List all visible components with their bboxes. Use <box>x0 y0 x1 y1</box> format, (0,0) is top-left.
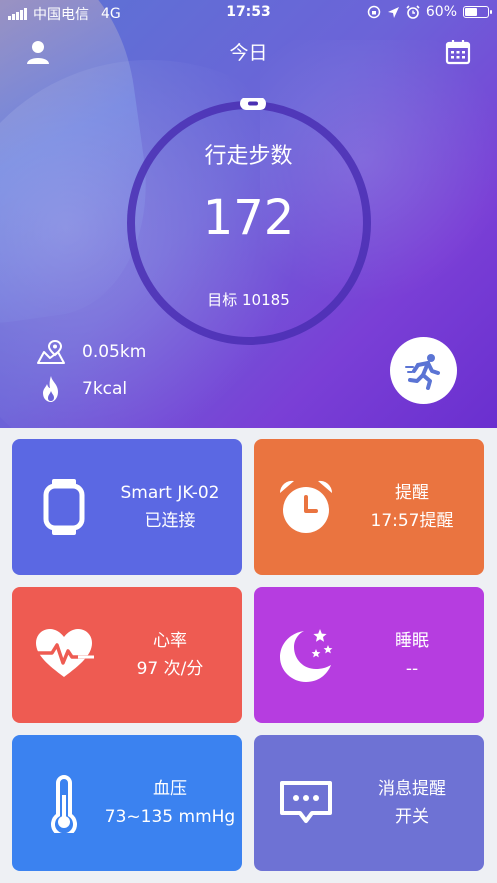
message-reminder-title: 消息提醒 <box>378 779 446 799</box>
message-reminder-card[interactable]: 消息提醒 开关 <box>254 735 484 871</box>
steps-goal: 目标 10185 <box>207 291 290 309</box>
page-title: 今日 <box>229 42 268 64</box>
map-location-icon <box>37 339 65 364</box>
location-arrow-icon <box>387 6 399 18</box>
watch-icon <box>43 479 85 535</box>
blood-pressure-title: 血压 <box>153 779 187 799</box>
start-running-button[interactable] <box>390 337 457 404</box>
status-bar: 中国电信 4G 17:53 60% <box>0 0 497 26</box>
reminder-title: 提醒 <box>395 483 429 503</box>
heart-rate-title: 心率 <box>153 631 187 651</box>
blood-pressure-value: 73~135 mmHg <box>104 807 236 827</box>
thermometer-icon <box>51 775 77 833</box>
device-name: Smart JK-02 <box>120 483 220 503</box>
battery-icon <box>463 6 492 18</box>
device-status: 已连接 <box>144 511 196 531</box>
sleep-title: 睡眠 <box>395 631 429 651</box>
moon-stars-icon <box>280 629 333 682</box>
reminder-card[interactable]: 提醒 17:57提醒 <box>254 439 484 575</box>
heart-rate-card[interactable]: 心率 97 次/分 <box>12 587 242 723</box>
message-icon <box>280 781 332 823</box>
alarm-clock-icon <box>279 480 333 533</box>
sleep-card[interactable]: 睡眠 -- <box>254 587 484 723</box>
steps-label: 行走步数 <box>204 144 293 169</box>
hero-panel: 中国电信 4G 17:53 60% 今日 行走步数 172 目标 10185 0… <box>0 0 497 428</box>
flame-icon <box>43 376 58 402</box>
calories-value: 7kcal <box>82 379 128 399</box>
heart-rate-value: 97 次/分 <box>136 659 204 679</box>
reminder-time: 17:57提醒 <box>370 511 454 531</box>
distance-stat: 0.05km <box>36 338 146 366</box>
message-reminder-switch: 开关 <box>395 807 429 827</box>
rotation-lock-icon <box>367 5 381 19</box>
alarm-icon <box>406 5 420 19</box>
steps-value: 172 <box>202 190 295 246</box>
heart-rate-icon <box>36 629 94 677</box>
running-icon <box>404 353 440 390</box>
battery-percent: 60% <box>425 4 457 20</box>
distance-value: 0.05km <box>82 342 147 362</box>
blood-pressure-card[interactable]: 血压 73~135 mmHg <box>12 735 242 871</box>
calories-stat: 7kcal <box>36 375 127 403</box>
sleep-value: -- <box>405 659 419 679</box>
calendar-icon[interactable] <box>444 38 472 66</box>
device-card[interactable]: Smart JK-02 已连接 <box>12 439 242 575</box>
